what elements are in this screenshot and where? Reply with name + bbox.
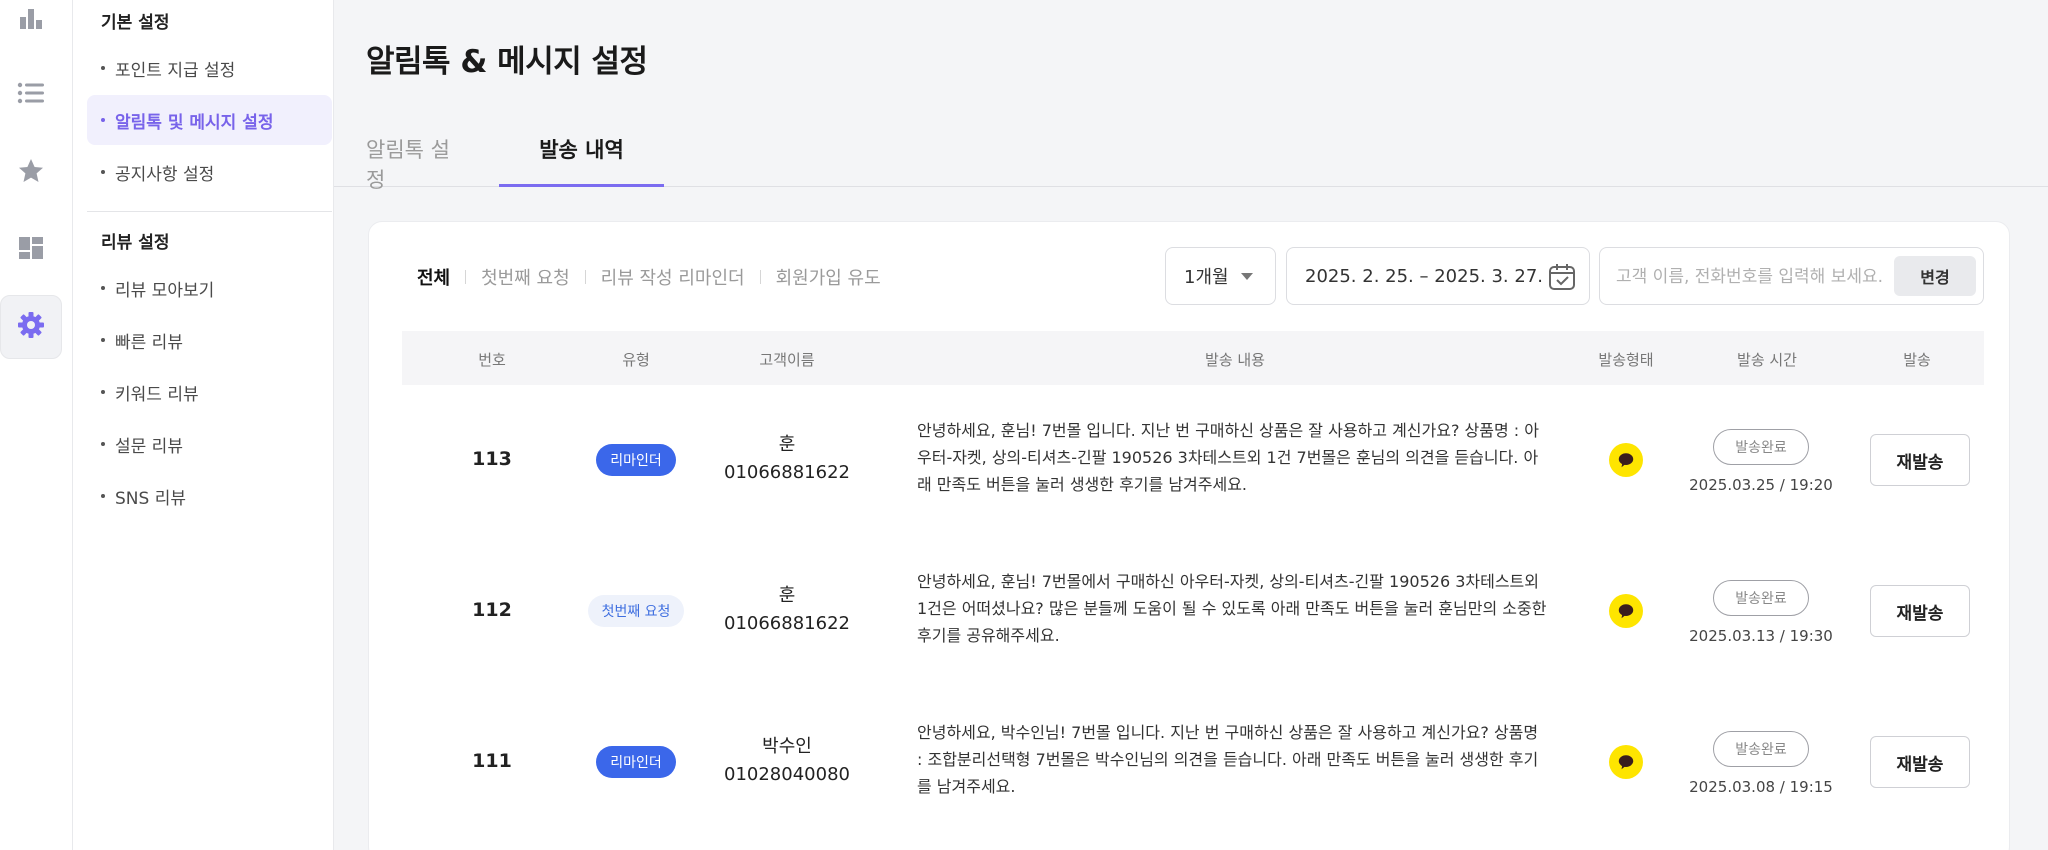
- calendar-icon[interactable]: [1547, 262, 1577, 292]
- period-select[interactable]: 1개월: [1165, 247, 1276, 305]
- resend-button[interactable]: 재발송: [1870, 736, 1970, 788]
- customer-name: 박수인: [762, 736, 812, 757]
- gear-icon: [16, 310, 46, 344]
- kakao-talk-icon: [1609, 443, 1643, 477]
- customer-search-input[interactable]: [1616, 263, 1886, 291]
- col-customer: 고객이름: [759, 351, 815, 369]
- customer-info: 훈 01066881622: [717, 582, 857, 638]
- type-filter-group: 전체 첫번째 요청 리뷰 작성 리마인더 회원가입 유도: [417, 264, 881, 290]
- col-number: 번호: [478, 351, 506, 369]
- stats-nav-button[interactable]: [0, 0, 62, 52]
- date-range-picker[interactable]: 2025. 2. 25. – 2025. 3. 27.: [1286, 247, 1590, 305]
- customer-info: 박수인 01028040080: [717, 733, 857, 789]
- kakao-talk-icon: [1609, 745, 1643, 779]
- table-row: 113 리마인더 훈 01066881622 안녕하세요, 훈님! 7번몰 입니…: [402, 385, 1984, 535]
- col-send: 발송: [1903, 351, 1931, 369]
- sidebar-item-notice-settings[interactable]: 공지사항 설정: [87, 147, 332, 197]
- status-badge: 발송완료: [1713, 429, 1809, 465]
- customer-phone: 01066881622: [724, 462, 850, 483]
- sidebar-item-keyword-review[interactable]: 키워드 리뷰: [87, 367, 332, 417]
- customer-phone: 01066881622: [724, 613, 850, 634]
- row-number: 112: [472, 599, 512, 621]
- send-time: 2025.03.25 / 19:20: [1689, 476, 1833, 494]
- filter-signup-invite[interactable]: 회원가입 유도: [776, 264, 881, 290]
- star-nav-button[interactable]: [0, 141, 62, 205]
- history-card: 전체 첫번째 요청 리뷰 작성 리마인더 회원가입 유도 1개월 2025. 2…: [368, 221, 2010, 850]
- dashboard-nav-button[interactable]: [0, 218, 62, 282]
- table-row: 111 리마인더 박수인 01028040080 안녕하세요, 박수인님! 7번…: [402, 687, 1984, 837]
- col-content: 발송 내용: [1205, 351, 1265, 369]
- filter-review-reminder[interactable]: 리뷰 작성 리마인더: [601, 264, 745, 290]
- main-content: 알림톡 & 메시지 설정 알림톡 설정 발송 내역 전체 첫번째 요청 리뷰 작…: [334, 0, 2048, 850]
- tab-alimtalk-settings[interactable]: 알림톡 설정: [366, 134, 466, 192]
- type-badge: 리마인더: [596, 746, 676, 778]
- resend-button[interactable]: 재발송: [1870, 585, 1970, 637]
- review-settings-title: 리뷰 설정: [101, 233, 170, 253]
- resend-button[interactable]: 재발송: [1870, 434, 1970, 486]
- basic-settings-title: 기본 설정: [101, 13, 170, 33]
- message-content: 안녕하세요, 훈님! 7번몰 입니다. 지난 번 구매하신 상품은 잘 사용하고…: [917, 421, 1539, 494]
- sidebar-item-review-collection[interactable]: 리뷰 모아보기: [87, 263, 332, 313]
- type-badge: 첫번째 요청: [588, 595, 684, 627]
- row-number: 111: [472, 750, 512, 772]
- bar-chart-icon: [16, 3, 46, 37]
- sidebar-item-survey-review[interactable]: 설문 리뷰: [87, 419, 332, 469]
- dashboard-icon: [16, 233, 46, 267]
- send-time: 2025.03.13 / 19:30: [1689, 627, 1833, 645]
- col-send-type: 발송형태: [1598, 351, 1654, 369]
- send-time: 2025.03.08 / 19:15: [1689, 778, 1833, 796]
- status-badge: 발송완료: [1713, 580, 1809, 616]
- tab-bar: 알림톡 설정 발송 내역: [334, 120, 2048, 192]
- tab-send-history[interactable]: 발송 내역: [499, 134, 664, 187]
- list-nav-button[interactable]: [0, 63, 62, 127]
- customer-info: 훈 01066881622: [717, 431, 857, 487]
- col-send-time: 발송 시간: [1737, 351, 1797, 369]
- customer-phone: 01028040080: [724, 764, 850, 785]
- list-icon: [16, 78, 46, 112]
- change-button[interactable]: 변경: [1894, 256, 1976, 296]
- message-content: 안녕하세요, 훈님! 7번몰에서 구매하신 아우터-자켓, 상의-티셔츠-긴팔 …: [917, 572, 1547, 645]
- sidebar-item-sns-review[interactable]: SNS 리뷰: [87, 471, 332, 521]
- settings-nav-button[interactable]: [0, 295, 62, 359]
- settings-sidebar: 기본 설정 포인트 지급 설정 알림톡 및 메시지 설정 공지사항 설정 리뷰 …: [73, 0, 334, 850]
- type-badge: 리마인더: [596, 444, 676, 476]
- customer-name: 훈: [778, 434, 796, 455]
- kakao-talk-icon: [1609, 594, 1643, 628]
- row-number: 113: [472, 448, 512, 470]
- sidebar-divider: [87, 211, 332, 212]
- filter-all[interactable]: 전체: [417, 264, 450, 290]
- chevron-down-icon: [1240, 272, 1253, 280]
- message-content: 안녕하세요, 박수인님! 7번몰 입니다. 지난 번 구매하신 상품은 잘 사용…: [917, 723, 1539, 796]
- sidebar-item-alimtalk-settings[interactable]: 알림톡 및 메시지 설정: [87, 95, 332, 145]
- star-icon: [16, 156, 46, 190]
- table-row: 112 첫번째 요청 훈 01066881622 안녕하세요, 훈님! 7번몰에…: [402, 536, 1984, 686]
- sidebar-item-point-settings[interactable]: 포인트 지급 설정: [87, 43, 332, 93]
- customer-name: 훈: [778, 585, 796, 606]
- table-header: 번호 유형 고객이름 발송 내용 발송형태 발송 시간 발송: [402, 331, 1984, 385]
- sidebar-item-quick-review[interactable]: 빠른 리뷰: [87, 315, 332, 365]
- icon-rail: [0, 0, 73, 850]
- filter-first-request[interactable]: 첫번째 요청: [481, 264, 570, 290]
- page-title: 알림톡 & 메시지 설정: [366, 44, 648, 80]
- customer-search: 변경: [1599, 247, 1984, 305]
- col-type: 유형: [622, 351, 650, 369]
- status-badge: 발송완료: [1713, 731, 1809, 767]
